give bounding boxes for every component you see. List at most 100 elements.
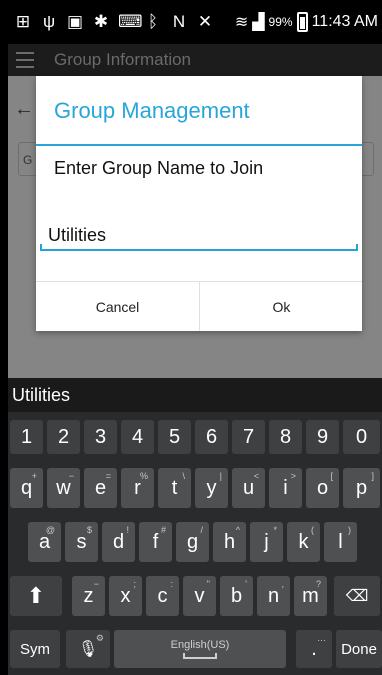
key-8[interactable]: 8 — [269, 420, 302, 454]
key-9[interactable]: 9 — [306, 420, 339, 454]
settings-hint-icon: ⚙ — [95, 633, 104, 643]
bluetooth-icon: ᛒ — [147, 12, 159, 31]
key-u[interactable]: u < — [232, 468, 265, 508]
key-m[interactable]: m? — [294, 576, 327, 616]
key-o[interactable]: o[ — [306, 468, 339, 508]
keyboard-icon: ⌨ — [118, 12, 143, 31]
input-underline-left — [40, 244, 42, 251]
key-0[interactable]: 0 — [343, 420, 380, 454]
key-i[interactable]: i > — [269, 468, 302, 508]
key-w-hint: − — [68, 471, 74, 481]
screen: ⊞ ψ ▣ ✱ ⌨ ᛒ N ✕ ≋ ▟ 99% 11:43 AM Group I… — [8, 0, 382, 675]
keyboard: Utilities 1 2 3 4 5 6 7 8 9 0 q + w − e = r% t \… — [8, 378, 382, 675]
sym-key-label: Sym — [20, 640, 50, 658]
key-y-hint: | — [219, 471, 222, 481]
key-v[interactable]: v " — [183, 576, 216, 616]
key-s-hint: $ — [86, 525, 92, 535]
key-e-hint: = — [105, 471, 111, 481]
shift-key[interactable]: ⬆ — [10, 576, 62, 616]
wifi-icon: ≋ — [234, 14, 249, 31]
key-g[interactable]: g / — [176, 522, 209, 562]
input-underline-right — [356, 244, 358, 251]
key-f-hint: # — [160, 525, 166, 535]
key-f[interactable]: f # — [139, 522, 172, 562]
key-n[interactable]: n, — [257, 576, 290, 616]
key-z[interactable]: z − — [72, 576, 105, 616]
period-key-label: . — [311, 637, 317, 660]
key-l-label: l — [338, 530, 343, 553]
suggestion-word[interactable]: Utilities — [12, 385, 70, 406]
usb-icon: ψ — [42, 12, 56, 31]
key-m-hint: ? — [315, 579, 321, 589]
key-w[interactable]: w − — [47, 468, 80, 508]
dialog-message: Enter Group Name to Join — [54, 158, 264, 178]
key-f-label: f — [152, 530, 159, 553]
key-y[interactable]: y | — [195, 468, 228, 508]
done-key-label: Done — [341, 640, 377, 658]
key-a[interactable]: a @ — [28, 522, 61, 562]
period-key[interactable]: .… — [296, 630, 332, 668]
keyboard-keys: 1 2 3 4 5 6 7 8 9 0 q + w − e = r% t \ y | u < i > o[p]… — [8, 412, 382, 675]
back-arrow-icon[interactable]: ← — [14, 98, 34, 121]
key-b-hint: ' — [245, 579, 247, 589]
key-e[interactable]: e = — [84, 468, 117, 508]
key-3[interactable]: 3 — [84, 420, 117, 454]
key-r[interactable]: r% — [121, 468, 154, 508]
sym-key[interactable]: Sym — [10, 630, 60, 668]
space-key[interactable]: English(US) — [114, 630, 286, 668]
key-k[interactable]: k( — [287, 522, 320, 562]
shift-icon: ⬆ — [26, 583, 46, 608]
key-t-hint: \ — [182, 471, 185, 481]
key-7[interactable]: 7 — [232, 420, 265, 454]
key-x-label: x — [120, 584, 131, 607]
mic-key[interactable]: 🎙 ⚙ — [66, 630, 110, 668]
key-4[interactable]: 4 — [121, 420, 154, 454]
key-s-label: s — [76, 530, 87, 553]
key-p-label: p — [355, 476, 368, 499]
key-s[interactable]: s $ — [65, 522, 98, 562]
key-h[interactable]: h ^ — [213, 522, 246, 562]
key-p-hint: ] — [371, 471, 374, 481]
key-d[interactable]: d! — [102, 522, 135, 562]
key-6[interactable]: 6 — [195, 420, 228, 454]
key-x-hint: ; — [133, 579, 136, 589]
key-1[interactable]: 1 — [10, 420, 43, 454]
key-5[interactable]: 5 — [158, 420, 191, 454]
key-c-hint: : — [170, 579, 173, 589]
key-z-label: z — [83, 584, 94, 607]
key-o-label: o — [316, 476, 329, 499]
signal-icon: ▟ — [252, 14, 265, 31]
key-2[interactable]: 2 — [47, 420, 80, 454]
menu-icon[interactable] — [16, 52, 34, 68]
key-o-hint: [ — [330, 471, 333, 481]
key-j[interactable]: j * — [250, 522, 283, 562]
key-h-label: h — [223, 530, 236, 553]
key-q[interactable]: q + — [10, 468, 43, 508]
image-icon: ▣ — [66, 12, 84, 31]
dialog-title-divider — [36, 144, 362, 146]
status-bar: ⊞ ψ ▣ ✱ ⌨ ᛒ N ✕ ≋ ▟ 99% 11:43 AM — [8, 0, 382, 44]
key-k-hint: ( — [311, 525, 314, 535]
group-name-input[interactable] — [40, 221, 358, 251]
key-v-hint: " — [206, 579, 210, 589]
backspace-key[interactable]: ⌫ — [334, 576, 380, 616]
key-z-hint: − — [93, 579, 99, 589]
ok-button[interactable]: Ok — [200, 282, 363, 331]
key-c[interactable]: c: — [146, 576, 179, 616]
key-c-label: c — [157, 584, 168, 607]
key-i-hint: > — [290, 471, 296, 481]
status-icons: ⊞ ψ ▣ ✱ ⌨ ᛒ N ✕ — [14, 12, 214, 32]
key-p[interactable]: p] — [343, 468, 380, 508]
key-g-label: g — [186, 530, 199, 553]
key-b[interactable]: b ' — [220, 576, 253, 616]
key-x[interactable]: x; — [109, 576, 142, 616]
done-key[interactable]: Done — [336, 630, 382, 668]
group-management-dialog: Group Management Enter Group Name to Joi… — [36, 76, 362, 331]
battery-percent: 99% — [268, 15, 293, 29]
key-t[interactable]: t \ — [158, 468, 191, 508]
key-l[interactable]: l) — [324, 522, 357, 562]
cancel-button[interactable]: Cancel — [36, 282, 199, 331]
key-h-hint: ^ — [235, 525, 240, 535]
key-v-label: v — [194, 584, 205, 607]
key-l-hint: ) — [348, 525, 351, 535]
